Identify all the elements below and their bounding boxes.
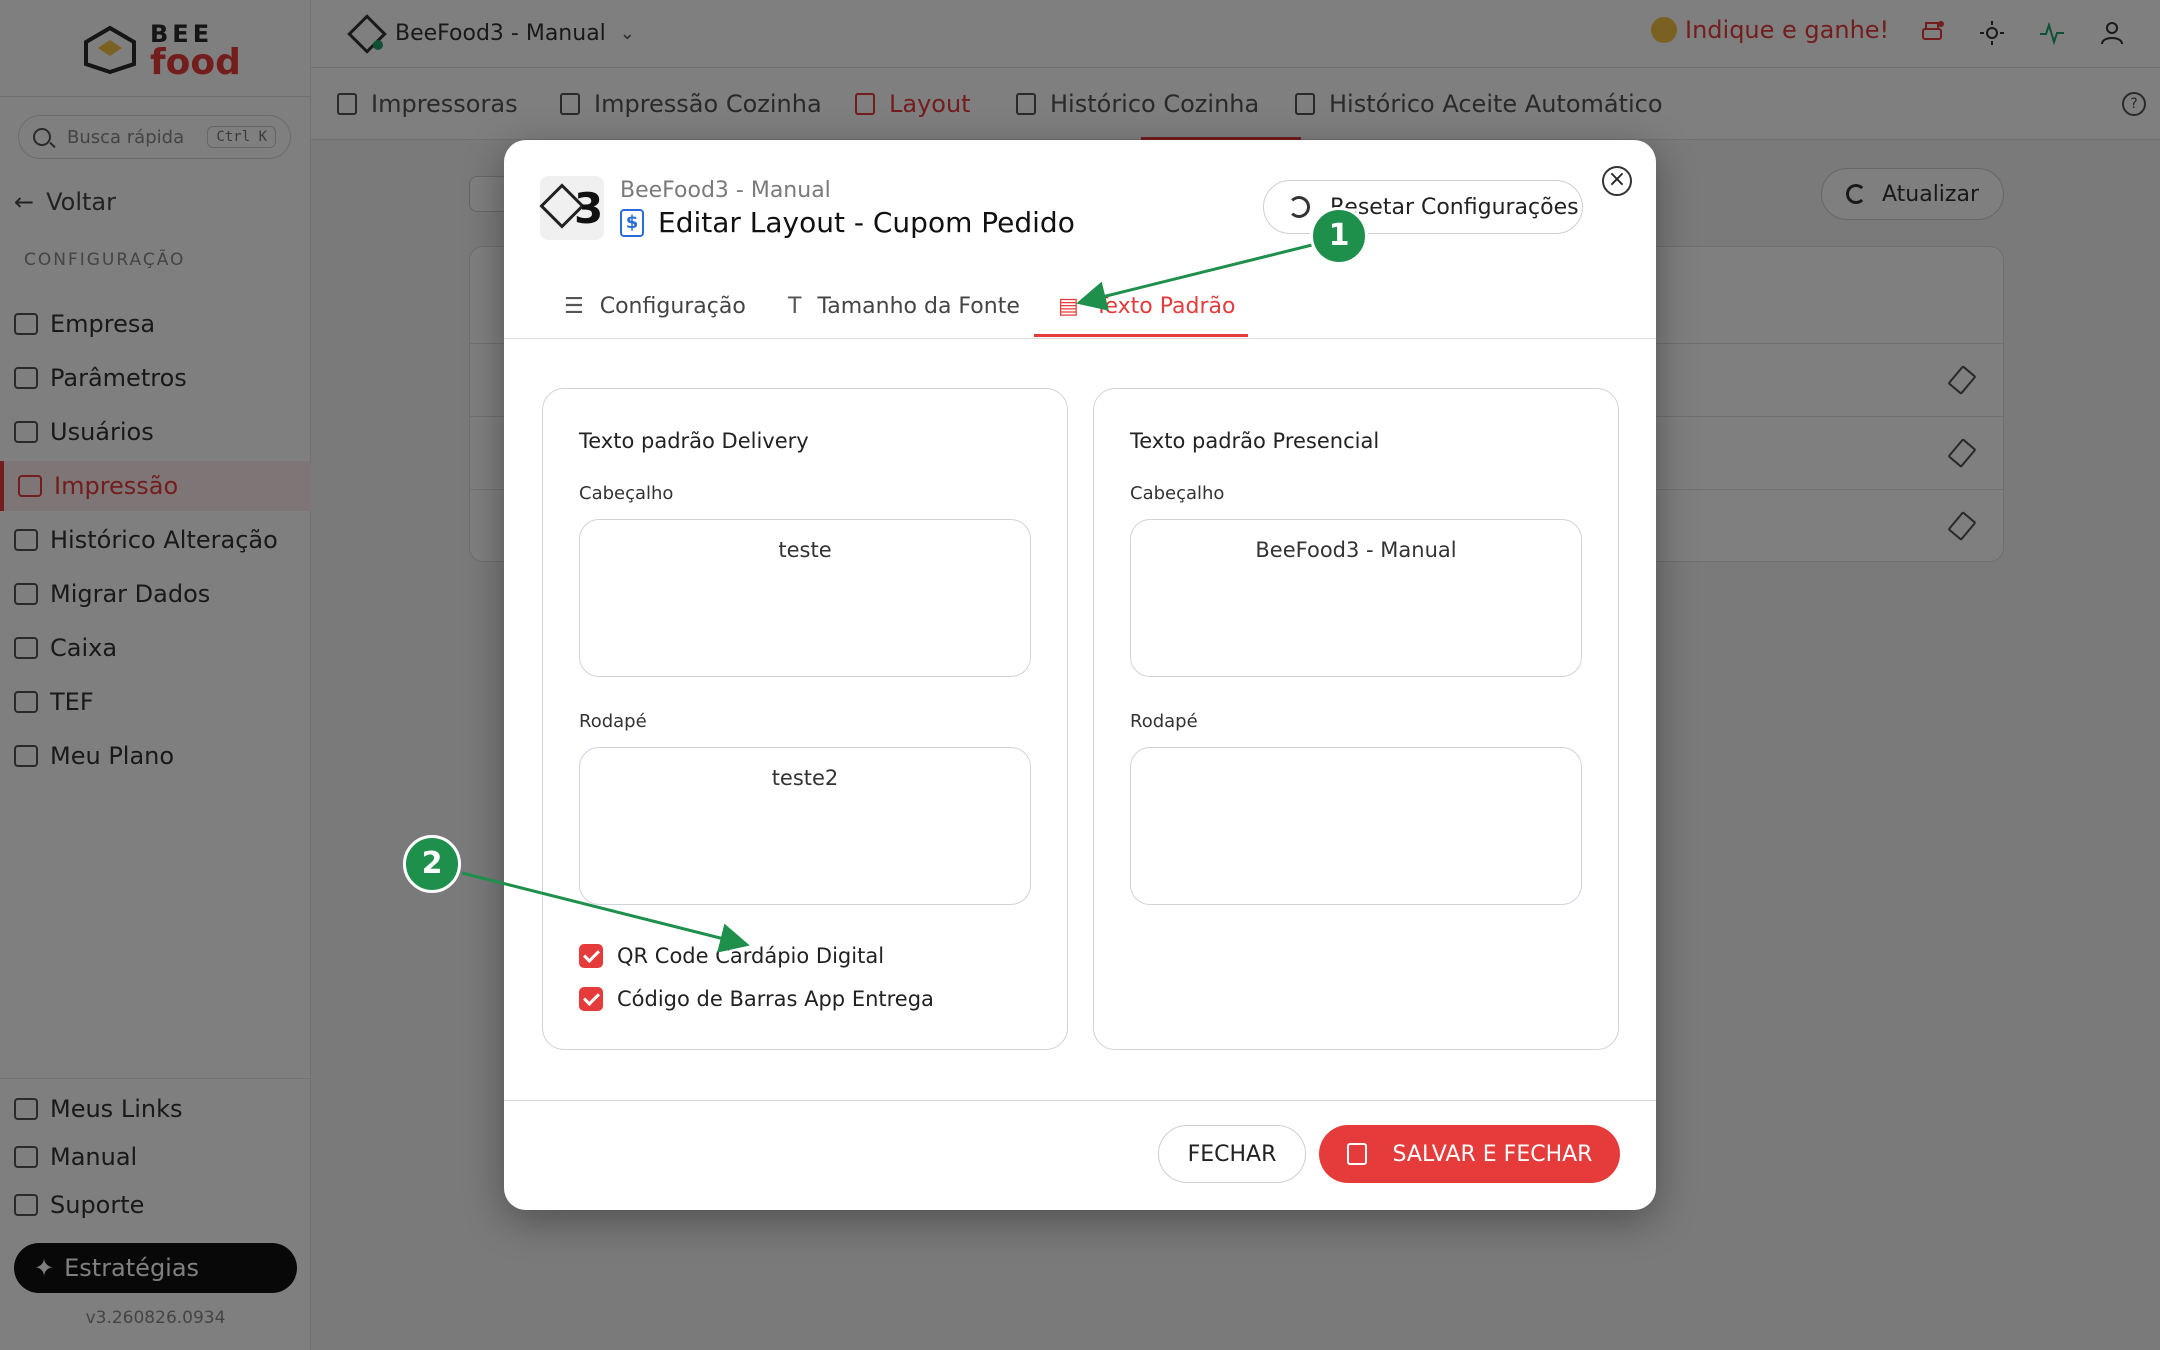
presencial-text-card: Texto padrão Presencial Cabeçalho BeeFoo… <box>1093 388 1619 1050</box>
reset-settings-label: Resetar Configurações <box>1330 194 1579 220</box>
store-logo-mark: 3 <box>574 184 604 233</box>
barcode-checkbox[interactable] <box>579 987 603 1011</box>
save-icon <box>1346 1143 1367 1165</box>
delivery-footer-textarea[interactable]: teste2 <box>579 747 1031 905</box>
tab-tamanho-da-fonte[interactable]: T Tamanho da Fonte <box>788 294 1020 319</box>
save-and-close-button[interactable]: SALVAR E FECHAR <box>1319 1125 1620 1183</box>
footer-label: Rodapé <box>579 711 647 732</box>
active-tab-indicator <box>1034 334 1248 337</box>
card-title: Texto padrão Presencial <box>1130 429 1380 453</box>
modal-title-row: $ Editar Layout - Cupom Pedido <box>620 206 1075 239</box>
tab-label: Configuração <box>599 294 746 319</box>
divider <box>504 338 1656 339</box>
presencial-footer-textarea[interactable] <box>1130 747 1582 905</box>
divider <box>504 1100 1656 1101</box>
header-label: Cabeçalho <box>1130 483 1225 504</box>
close-button[interactable]: FECHAR <box>1158 1125 1306 1183</box>
store-logo: 3 <box>540 176 604 240</box>
annotation-marker-1: 1 <box>1310 207 1368 265</box>
receipt-dollar-icon: $ <box>620 208 644 237</box>
modal-title: Editar Layout - Cupom Pedido <box>658 206 1075 239</box>
presencial-header-textarea[interactable]: BeeFood3 - Manual <box>1130 519 1582 677</box>
text-size-icon: T <box>788 294 802 319</box>
barcode-checkbox-row[interactable]: Código de Barras App Entrega <box>579 987 934 1011</box>
edit-layout-modal: 3 BeeFood3 - Manual $ Editar Layout - Cu… <box>504 140 1656 1210</box>
card-title: Texto padrão Delivery <box>579 429 809 453</box>
reset-icon <box>1288 196 1310 218</box>
annotation-marker-2: 2 <box>403 835 461 893</box>
delivery-text-card: Texto padrão Delivery Cabeçalho teste Ro… <box>542 388 1068 1050</box>
tab-texto-padrao[interactable]: ▤ Texto Padrão <box>1058 294 1235 319</box>
checkbox-label: Código de Barras App Entrega <box>617 987 934 1011</box>
modal-subtitle: BeeFood3 - Manual <box>620 178 831 203</box>
save-label: SALVAR E FECHAR <box>1392 1141 1593 1167</box>
footer-label: Rodapé <box>1130 711 1198 732</box>
sliders-icon: ☰ <box>564 294 584 319</box>
qr-code-checkbox-row[interactable]: QR Code Cardápio Digital <box>579 944 884 968</box>
checkbox-label: QR Code Cardápio Digital <box>617 944 885 968</box>
qr-code-checkbox[interactable] <box>579 944 603 968</box>
close-icon[interactable]: × <box>1602 166 1632 196</box>
delivery-header-textarea[interactable]: teste <box>579 519 1031 677</box>
tab-label: Texto Padrão <box>1094 294 1236 319</box>
header-label: Cabeçalho <box>579 483 674 504</box>
document-icon: ▤ <box>1058 294 1079 319</box>
tab-label: Tamanho da Fonte <box>817 294 1020 319</box>
tab-configuracao[interactable]: ☰ Configuração <box>564 294 746 319</box>
